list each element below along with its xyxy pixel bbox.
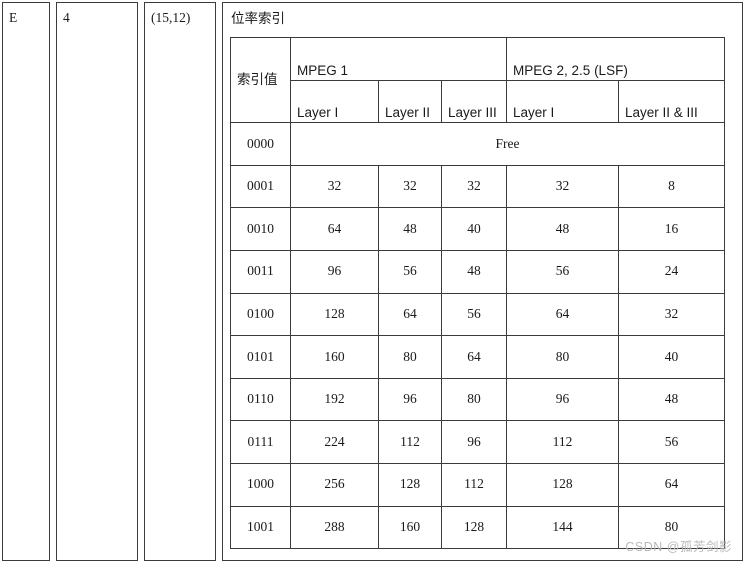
outer-cell-bits-text: 4 [63, 10, 70, 25]
row-free-label: Free [289, 122, 726, 166]
bitrate-cell: 40 [618, 335, 726, 379]
column-header-index: 索引值 [230, 36, 291, 124]
column-header-mpeg1-layer1: Layer I [290, 79, 379, 124]
bitrate-cell: 96 [290, 249, 379, 294]
bitrate-cell: 144 [506, 505, 620, 550]
bitrate-cell: 80 [378, 335, 442, 379]
bitrate-cell: 192 [290, 377, 379, 422]
table-row: 0100 128 64 56 64 32 [230, 292, 726, 337]
bitrate-cell: 40 [440, 207, 508, 251]
bitrate-cell: 56 [440, 292, 508, 337]
outer-cell-position-text: (15,12) [151, 10, 191, 25]
outer-cell-letter-text: E [9, 10, 18, 25]
row-index-value: 1000 [230, 462, 291, 507]
bitrate-cell: 288 [290, 505, 379, 550]
bitrate-cell: 96 [440, 420, 508, 464]
row-index-value: 0000 [230, 122, 291, 166]
bitrate-cell: 96 [378, 377, 442, 422]
row-index-value: 0011 [230, 249, 291, 294]
row-index-value: 0101 [230, 335, 291, 379]
column-header-mpeg2-layer23: Layer II & III [618, 79, 726, 124]
bitrate-cell: 48 [618, 377, 726, 422]
bitrate-cell: 80 [506, 335, 620, 379]
table-row: 0110 192 96 80 96 48 [230, 377, 726, 422]
bitrate-table-body: 0000 Free 0001 32 32 32 32 8 0010 64 48 40 48 16 0011 9… [230, 122, 726, 550]
bitrate-cell: 8 [618, 164, 726, 209]
screenshot-root: E 4 (15,12) 位率索引 索引值 MPEG 1 MPEG 2, 2.5 … [0, 0, 745, 563]
bitrate-cell: 112 [440, 462, 508, 507]
bitrate-table: 索引值 MPEG 1 MPEG 2, 2.5 (LSF) Layer I Lay… [230, 36, 726, 550]
bitrate-cell: 56 [378, 249, 442, 294]
row-index-value: 1001 [230, 505, 291, 550]
bitrate-cell: 160 [378, 505, 442, 550]
table-row: 0101 160 80 64 80 40 [230, 335, 726, 379]
outer-cell-letter: E [2, 2, 50, 561]
bitrate-cell: 56 [618, 420, 726, 464]
outer-table-row: E 4 (15,12) 位率索引 索引值 MPEG 1 MPEG 2, 2.5 … [2, 2, 743, 561]
table-row: 0011 96 56 48 56 24 [230, 249, 726, 294]
bitrate-cell: 32 [506, 164, 620, 209]
bitrate-cell: 128 [378, 462, 442, 507]
bitrate-cell: 32 [290, 164, 379, 209]
table-header-row-layers: Layer I Layer II Layer III Layer I Layer… [231, 79, 726, 124]
column-group-mpeg2: MPEG 2, 2.5 (LSF) [506, 37, 726, 81]
outer-cell-bits: 4 [56, 2, 138, 561]
bitrate-cell: 96 [506, 377, 620, 422]
bitrate-cell: 48 [506, 207, 620, 251]
bitrate-cell: 128 [440, 505, 508, 550]
bitrate-cell: 24 [618, 249, 726, 294]
bitrate-cell: 64 [290, 207, 379, 251]
table-row: 0001 32 32 32 32 8 [230, 164, 726, 209]
bitrate-cell: 256 [290, 462, 379, 507]
table-row: 0000 Free [230, 122, 726, 166]
bitrate-cell: 128 [506, 462, 620, 507]
bitrate-cell: 160 [290, 335, 379, 379]
outer-cell-description: 位率索引 索引值 MPEG 1 MPEG 2, 2.5 (LSF) Layer … [222, 2, 743, 561]
bitrate-cell: 32 [378, 164, 442, 209]
bitrate-cell: 48 [440, 249, 508, 294]
bitrate-cell: 64 [506, 292, 620, 337]
bitrate-index-title: 位率索引 [231, 11, 285, 26]
column-group-mpeg1: MPEG 1 [289, 37, 508, 81]
bitrate-cell: 64 [440, 335, 508, 379]
row-index-value: 0010 [230, 207, 291, 251]
bitrate-cell: 80 [440, 377, 508, 422]
bitrate-cell: 32 [618, 292, 726, 337]
bitrate-cell: 16 [618, 207, 726, 251]
bitrate-cell: 32 [440, 164, 508, 209]
table-row: 1001 288 160 128 144 80 [230, 505, 726, 550]
column-header-mpeg1-layer3: Layer III [440, 79, 508, 124]
row-index-value: 0001 [230, 164, 291, 209]
bitrate-cell: 224 [290, 420, 379, 464]
table-row: 0111 224 112 96 112 56 [230, 420, 726, 464]
table-row: 0010 64 48 40 48 16 [230, 207, 726, 251]
bitrate-cell: 64 [618, 462, 726, 507]
row-index-value: 0110 [230, 377, 291, 422]
column-header-mpeg1-layer2: Layer II [378, 79, 442, 124]
row-index-value: 0100 [230, 292, 291, 337]
row-index-value: 0111 [230, 420, 291, 464]
table-header-row-groups: 索引值 MPEG 1 MPEG 2, 2.5 (LSF) [230, 36, 726, 124]
bitrate-cell: 64 [378, 292, 442, 337]
outer-cell-position: (15,12) [144, 2, 216, 561]
bitrate-cell: 48 [378, 207, 442, 251]
bitrate-cell: 80 [618, 505, 726, 550]
bitrate-cell: 56 [506, 249, 620, 294]
table-row: 1000 256 128 112 128 64 [230, 462, 726, 507]
bitrate-cell: 112 [506, 420, 620, 464]
bitrate-cell: 112 [378, 420, 442, 464]
column-header-mpeg2-layer1: Layer I [506, 79, 620, 124]
bitrate-cell: 128 [290, 292, 379, 337]
